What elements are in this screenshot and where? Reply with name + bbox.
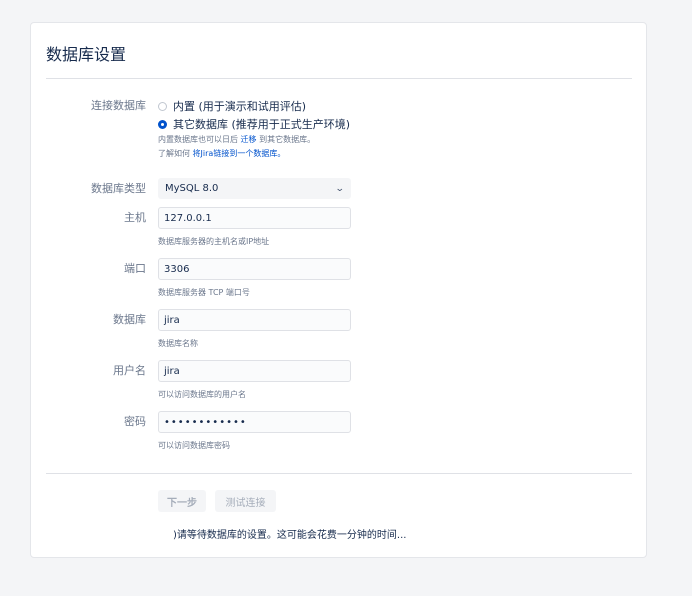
radio-other[interactable]	[158, 119, 167, 129]
host-label: 主机	[124, 211, 146, 224]
page-title: 数据库设置	[46, 45, 127, 64]
radio-builtin-label: 内置 (用于演示和试用评估)	[173, 100, 307, 113]
db-type-select[interactable]: MySQL 8.0 ⌄	[158, 178, 351, 199]
connect-note: 了解如何 将Jira链接到一个数据库。	[158, 147, 350, 161]
connection-label: 连接数据库	[91, 99, 146, 112]
connect-db-link[interactable]: 将Jira链接到一个数据库。	[193, 149, 286, 158]
waiting-message: )请等待数据库的设置。这可能会花费一分钟的时间...	[173, 530, 407, 541]
password-input[interactable]: ••••••••••••	[158, 411, 351, 433]
port-input[interactable]: 3306	[158, 258, 351, 280]
migrate-note-suffix: 到其它数据库。	[259, 135, 316, 144]
password-help: 可以访问数据库密码	[158, 441, 230, 450]
database-input[interactable]: jira	[158, 309, 351, 331]
connection-options: 内置 (用于演示和试用评估) 其它数据库 (推荐用于正式生产环境) 内置数据库也…	[158, 97, 350, 161]
port-label: 端口	[124, 262, 146, 275]
connect-note-prefix: 了解如何	[158, 149, 190, 158]
host-help: 数据库服务器的主机名或IP地址	[158, 237, 270, 246]
radio-option-other[interactable]: 其它数据库 (推荐用于正式生产环境)	[158, 115, 350, 133]
next-button[interactable]: 下一步	[158, 490, 206, 512]
migrate-note-prefix: 内置数据库也可以日后	[158, 135, 238, 144]
host-input[interactable]: 127.0.0.1	[158, 207, 351, 229]
migrate-link[interactable]: 迁移	[241, 135, 257, 144]
divider	[46, 473, 632, 474]
chevron-down-icon: ⌄	[335, 183, 346, 194]
db-type-value: MySQL 8.0	[165, 183, 219, 194]
username-label: 用户名	[113, 364, 146, 377]
database-help: 数据库名称	[158, 339, 198, 348]
test-connection-button[interactable]: 测试连接	[215, 490, 276, 512]
setup-card: 数据库设置 连接数据库 内置 (用于演示和试用评估) 其它数据库 (推荐用于正式…	[30, 22, 647, 558]
radio-builtin[interactable]	[158, 101, 167, 111]
password-label: 密码	[124, 415, 146, 428]
database-label: 数据库	[113, 313, 146, 326]
radio-option-builtin[interactable]: 内置 (用于演示和试用评估)	[158, 97, 350, 115]
divider	[46, 78, 632, 79]
port-help: 数据库服务器 TCP 端口号	[158, 288, 250, 297]
db-type-label: 数据库类型	[91, 182, 146, 195]
migrate-note: 内置数据库也可以日后 迁移 到其它数据库。	[158, 133, 350, 147]
username-input[interactable]: jira	[158, 360, 351, 382]
radio-other-label: 其它数据库 (推荐用于正式生产环境)	[173, 118, 351, 131]
username-help: 可以访问数据库的用户名	[158, 390, 246, 399]
